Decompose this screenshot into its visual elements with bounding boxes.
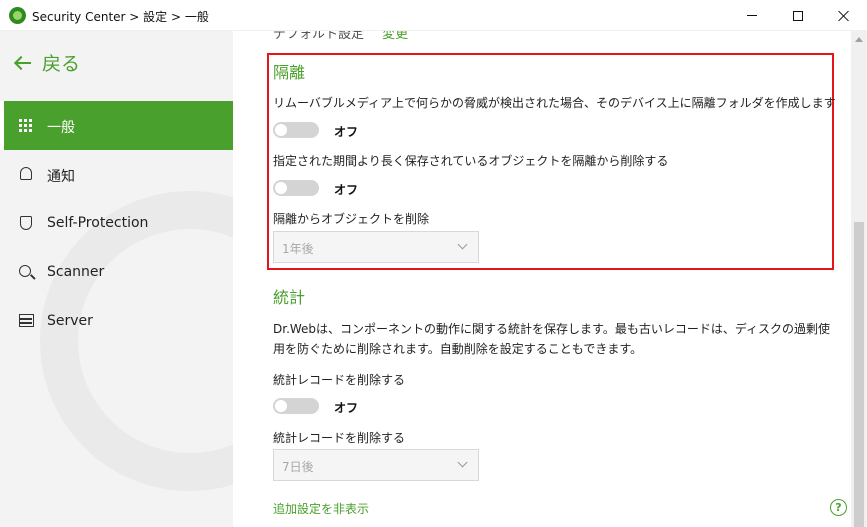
maximize-button[interactable] xyxy=(775,0,821,31)
sidebar-item-server[interactable]: Server xyxy=(0,297,233,346)
removable-media-description: リムーバブルメディア上で何らかの脅威が検出された場合、そのデバイス上に隔離フォル… xyxy=(273,96,836,110)
back-button[interactable]: 戻る xyxy=(14,49,80,76)
cut-off-text: デフォルト設定 xyxy=(273,31,365,42)
sidebar: 戻る 一般 通知 Self-Protection Scanner Server xyxy=(0,31,233,527)
select-value: 1年後 xyxy=(282,242,314,256)
toggle-knob xyxy=(275,182,287,194)
statistics-title: 統計 xyxy=(273,288,306,307)
quarantine-delete-label: 隔離からオブジェクトを削除 xyxy=(273,212,430,226)
hide-advanced-settings-link[interactable]: 追加設定を非表示 xyxy=(273,500,369,517)
arrow-left-icon xyxy=(14,55,32,71)
sidebar-item-scanner[interactable]: Scanner xyxy=(0,248,233,297)
statistics-description-line1: Dr.Webは、コンポーネントの動作に関する統計を保存します。最も古いレコードは… xyxy=(273,322,831,336)
sidebar-item-label: 通知 xyxy=(47,169,75,185)
quarantine-delete-select[interactable]: 1年後 xyxy=(273,231,479,263)
toggle-knob xyxy=(275,400,287,412)
scroll-thumb[interactable] xyxy=(854,222,864,527)
minimize-button[interactable] xyxy=(729,0,775,31)
sidebar-item-notifications[interactable]: 通知 xyxy=(0,150,233,199)
removable-media-toggle-label: オフ xyxy=(334,125,359,139)
search-icon xyxy=(19,265,31,277)
sidebar-item-general[interactable]: 一般 xyxy=(0,101,233,150)
expire-description: 指定された期間より長く保存されているオブジェクトを隔離から削除する xyxy=(273,154,669,168)
close-icon xyxy=(838,10,850,22)
sidebar-item-label: Server xyxy=(47,313,93,329)
shield-icon xyxy=(20,216,32,230)
statistics-delete-toggle-label: オフ xyxy=(334,401,359,415)
close-button[interactable] xyxy=(821,0,867,31)
sidebar-item-self-protection[interactable]: Self-Protection xyxy=(0,199,233,248)
settings-content: デフォルト設定 変更 隔離 リムーバブルメディア上で何らかの脅威が検出された場合… xyxy=(233,31,851,527)
statistics-delete-description: 統計レコードを削除する xyxy=(273,373,406,387)
active-indicator xyxy=(0,101,4,150)
sidebar-item-label: Self-Protection xyxy=(47,215,149,231)
statistics-delete-label: 統計レコードを削除する xyxy=(273,431,406,445)
grid-icon xyxy=(19,119,32,132)
drweb-spider-icon xyxy=(9,7,26,24)
chevron-down-icon xyxy=(457,457,468,468)
quarantine-title: 隔離 xyxy=(273,63,306,82)
sidebar-item-label: 一般 xyxy=(47,120,75,136)
statistics-delete-select[interactable]: 7日後 xyxy=(273,449,479,481)
server-icon xyxy=(19,314,34,327)
change-link[interactable]: 変更 xyxy=(382,31,408,42)
statistics-description-line2: 用を防ぐために削除されます。自動削除を設定することもできます。 xyxy=(273,342,643,356)
expire-toggle-label: オフ xyxy=(334,183,359,197)
title-bar: Security Center > 設定 > 一般 xyxy=(0,0,867,31)
removable-media-toggle[interactable] xyxy=(273,122,319,138)
expire-toggle[interactable] xyxy=(273,180,319,196)
maximize-icon xyxy=(793,10,803,21)
window-title: Security Center > 設定 > 一般 xyxy=(32,10,209,24)
sidebar-item-label: Scanner xyxy=(47,264,105,280)
back-label: 戻る xyxy=(42,53,81,75)
cut-off-row: デフォルト設定 変更 xyxy=(273,31,408,42)
chevron-down-icon xyxy=(457,239,468,250)
scrollbar[interactable] xyxy=(851,31,867,527)
bell-icon xyxy=(20,167,32,180)
scroll-up-icon[interactable] xyxy=(855,37,863,42)
minimize-icon xyxy=(747,15,757,16)
select-value: 7日後 xyxy=(282,460,314,474)
help-icon[interactable]: ? xyxy=(830,499,847,516)
statistics-delete-toggle[interactable] xyxy=(273,398,319,414)
toggle-knob xyxy=(275,124,287,136)
